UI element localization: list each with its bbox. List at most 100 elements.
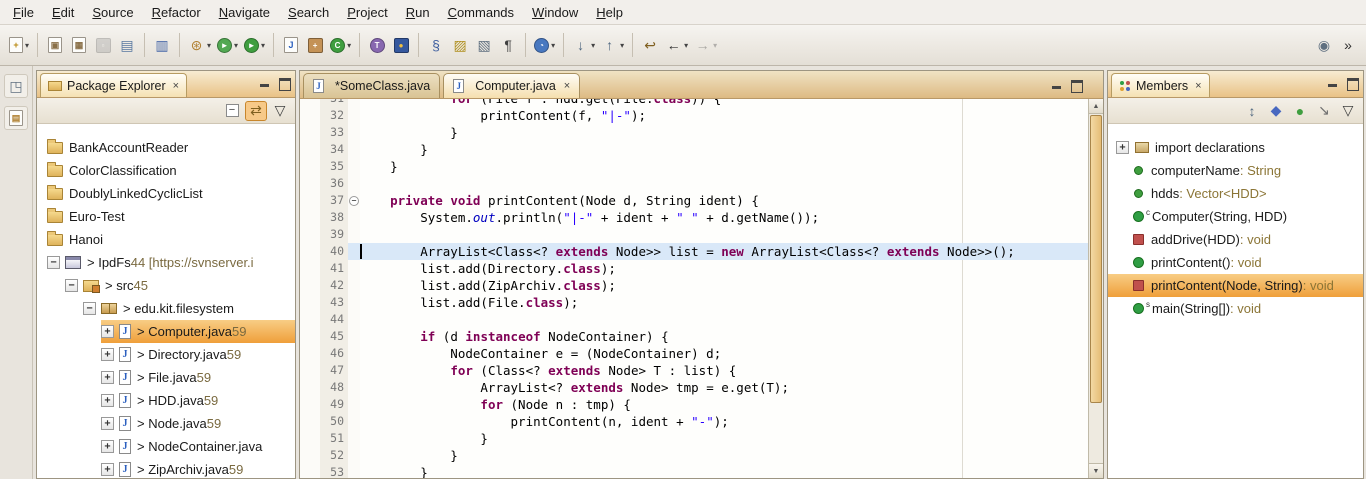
code-line-48[interactable]: 48 ArrayList<? extends Node> tmp = e.get… [300,379,1088,396]
back-button[interactable]: ←▾ [662,31,691,59]
next-annotation-button[interactable]: ↓▾ [569,31,598,59]
code-line-36[interactable]: 36 [300,175,1088,192]
menu-help[interactable]: Help [587,1,632,24]
member-item-hdds[interactable]: hdds : Vector<HDD> [1108,182,1363,205]
member-item-printcontent[interactable]: printContent() : void [1108,251,1363,274]
open-web-browser-button[interactable]: ◔▾ [531,31,558,59]
menu-source[interactable]: Source [83,1,142,24]
scrollbar-thumb[interactable] [1090,115,1102,403]
expander-icon[interactable]: + [101,463,114,476]
tree-item-computer-java[interactable]: +> Computer.java 59 [37,320,295,343]
hide-fields-button[interactable]: ◆ [1265,101,1287,121]
scroll-down-icon[interactable]: ▼ [1089,463,1103,478]
tree-item-file-java[interactable]: +> File.java 59 [37,366,295,389]
code-line-34[interactable]: 34 } [300,141,1088,158]
code-line-40[interactable]: 40 ArrayList<Class<? extends Node>> list… [300,243,1088,260]
code-line-32[interactable]: 32 printContent(f, "|-"); [300,107,1088,124]
dropdown-arrow-icon[interactable]: ▾ [25,41,29,50]
code-line-37[interactable]: 37− private void printContent(Node d, St… [300,192,1088,209]
previous-annotation-button[interactable]: ↑▾ [598,31,627,59]
close-icon[interactable]: × [564,80,570,92]
expander-icon[interactable]: + [101,440,114,453]
member-item-main-string[interactable]: smain(String[]) : void [1108,297,1363,320]
hide-static-button[interactable]: ● [1289,101,1311,121]
tree-item-edu-kit-filesystem[interactable]: −> edu.kit.filesystem [37,297,295,320]
show-selected-element-button[interactable]: § [424,31,448,59]
code-line-50[interactable]: 50 printContent(n, ident + "-"); [300,413,1088,430]
menu-navigate[interactable]: Navigate [210,1,279,24]
code-line-44[interactable]: 44 [300,311,1088,328]
menu-file[interactable]: File [4,1,43,24]
search-button[interactable]: ● [389,31,413,59]
tree-item-bankaccountreader[interactable]: BankAccountReader [37,136,295,159]
editor-vertical-scrollbar[interactable]: ▲ ▼ [1088,99,1103,478]
code-line-43[interactable]: 43 list.add(File.class); [300,294,1088,311]
expander-icon[interactable]: − [65,279,78,292]
menu-commands[interactable]: Commands [439,1,523,24]
pin-editor-button[interactable]: ◉ [1312,31,1336,59]
tree-item-directory-java[interactable]: +> Directory.java 59 [37,343,295,366]
expander-icon[interactable]: + [1116,141,1129,154]
member-item-computer-string-hdd[interactable]: cComputer(String, HDD) [1108,205,1363,228]
dropdown-arrow-icon[interactable]: ▾ [591,41,595,50]
code-line-49[interactable]: 49 for (Node n : tmp) { [300,396,1088,413]
minimize-icon[interactable] [1328,77,1340,89]
debug-button[interactable]: ►▾ [214,31,241,59]
show-whitespace-button[interactable]: ¶ [496,31,520,59]
expander-icon[interactable]: + [101,348,114,361]
collapse-all-button[interactable]: − [221,101,243,121]
menu-search[interactable]: Search [279,1,338,24]
minimized-view-button[interactable]: ▤ [4,106,28,130]
code-line-45[interactable]: 45 if (d instanceof NodeContainer) { [300,328,1088,345]
expander-icon[interactable]: + [101,325,114,338]
tree-item-hanoi[interactable]: Hanoi [37,228,295,251]
code-line-35[interactable]: 35 } [300,158,1088,175]
dropdown-arrow-icon[interactable]: ▾ [261,41,265,50]
scroll-up-icon[interactable]: ▲ [1089,99,1103,114]
dropdown-arrow-icon[interactable]: ▾ [713,41,717,50]
view-menu-button[interactable]: ▽ [269,101,291,121]
code-line-38[interactable]: 38 System.out.println("|-" + ident + " "… [300,209,1088,226]
expander-icon[interactable]: + [101,417,114,430]
open-type-button[interactable]: T [365,31,389,59]
code-line-33[interactable]: 33 } [300,124,1088,141]
menu-project[interactable]: Project [338,1,396,24]
expander-icon[interactable]: − [83,302,96,315]
mark-occurrences-button[interactable]: ▨ [448,31,472,59]
member-item-import-declarations[interactable]: +import declarations [1108,136,1363,159]
sort-members-button[interactable]: ↕ [1241,101,1263,121]
editor-tab-someclass-java[interactable]: *SomeClass.java [303,73,440,98]
new-class-button[interactable]: C▾ [327,31,354,59]
tree-item-hdd-java[interactable]: +> HDD.java 59 [37,389,295,412]
dropdown-arrow-icon[interactable]: ▾ [234,41,238,50]
console-button[interactable]: ▥ [150,31,174,59]
editor-tab-computer-java[interactable]: Computer.java× [443,73,580,98]
code-line-53[interactable]: 53 } [300,464,1088,478]
code-line-41[interactable]: 41 list.add(Directory.class); [300,260,1088,277]
run-button[interactable]: ►▾ [241,31,268,59]
hide-nonpublic-button[interactable]: ↘ [1313,101,1335,121]
dropdown-arrow-icon[interactable]: ▾ [551,41,555,50]
close-icon[interactable]: × [173,80,179,92]
print-button[interactable]: ▤ [115,31,139,59]
tree-item-node-java[interactable]: +> Node.java 59 [37,412,295,435]
last-edit-location-button[interactable]: ↩ [638,31,662,59]
code-line-42[interactable]: 42 list.add(ZipArchiv.class); [300,277,1088,294]
tree-item-src[interactable]: −> src 45 [37,274,295,297]
tree-item-ipdfs[interactable]: −> IpdFs 44 [https://svnserver.i [37,251,295,274]
code-line-52[interactable]: 52 } [300,447,1088,464]
member-item-adddrive-hdd[interactable]: addDrive(HDD) : void [1108,228,1363,251]
open-perspective-button[interactable]: ▦ [67,31,91,59]
menu-edit[interactable]: Edit [43,1,83,24]
tab-members[interactable]: Members × [1111,73,1210,97]
tree-item-doublylinkedcycliclist[interactable]: DoublyLinkedCyclicList [37,182,295,205]
tree-item-colorclassification[interactable]: ColorClassification [37,159,295,182]
new-java-project-button[interactable]: J [279,31,303,59]
dropdown-arrow-icon[interactable]: ▾ [347,41,351,50]
menu-window[interactable]: Window [523,1,587,24]
code-line-47[interactable]: 47 for (Class<? extends Node> T : list) … [300,362,1088,379]
expander-icon[interactable]: + [101,394,114,407]
code-editor[interactable]: 31 for (File f : hdd.get(File.class)) {3… [300,99,1088,478]
fold-collapse-icon[interactable]: − [349,196,359,206]
block-selection-button[interactable]: ▧ [472,31,496,59]
